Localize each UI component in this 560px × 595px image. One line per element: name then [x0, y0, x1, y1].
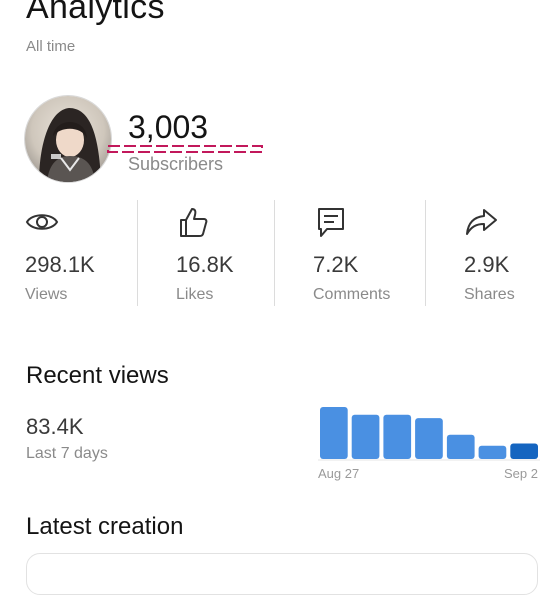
recent-views-period: Last 7 days: [26, 445, 108, 462]
chart-bar: [320, 407, 348, 459]
x-tick-label: Sep 2: [504, 466, 538, 481]
stat-divider: [137, 200, 138, 306]
views-value: 298.1K: [25, 252, 95, 277]
thumbs-up-icon: [180, 208, 208, 237]
recent-views-title: Recent views: [26, 362, 169, 389]
chart-bar: [446, 434, 475, 459]
page-title: Analytics: [26, 0, 165, 26]
x-tick-label: Aug 27: [318, 466, 359, 481]
time-range-label: All time: [26, 38, 76, 55]
chart-bar: [478, 445, 507, 459]
comments-label: Comments: [313, 286, 391, 303]
chart-bar: [510, 443, 538, 459]
comment-icon: [318, 208, 344, 237]
subscriber-count-underline: [107, 145, 263, 153]
latest-creation-title: Latest creation: [26, 513, 184, 540]
share-arrow-icon: [466, 209, 497, 235]
stat-divider: [274, 200, 275, 306]
subscriber-count: 3,003: [128, 109, 209, 145]
likes-value: 16.8K: [176, 252, 234, 277]
likes-label: Likes: [176, 286, 214, 303]
latest-creation-card[interactable]: [26, 553, 538, 595]
eye-icon: [25, 214, 59, 230]
avatar-image: [25, 96, 111, 182]
stat-divider: [425, 200, 426, 306]
shares-value: 2.9K: [464, 252, 510, 277]
chart-bar: [383, 414, 412, 459]
comments-value: 7.2K: [313, 252, 359, 277]
shares-label: Shares: [464, 286, 515, 303]
avatar[interactable]: [25, 96, 111, 182]
subscriber-label: Subscribers: [128, 154, 224, 174]
chart-bar: [415, 418, 443, 459]
chart-bar: [351, 414, 380, 459]
recent-views-chart[interactable]: Aug 27 Sep 2: [314, 398, 544, 488]
views-label: Views: [25, 286, 68, 303]
recent-views-value: 83.4K: [26, 414, 84, 439]
